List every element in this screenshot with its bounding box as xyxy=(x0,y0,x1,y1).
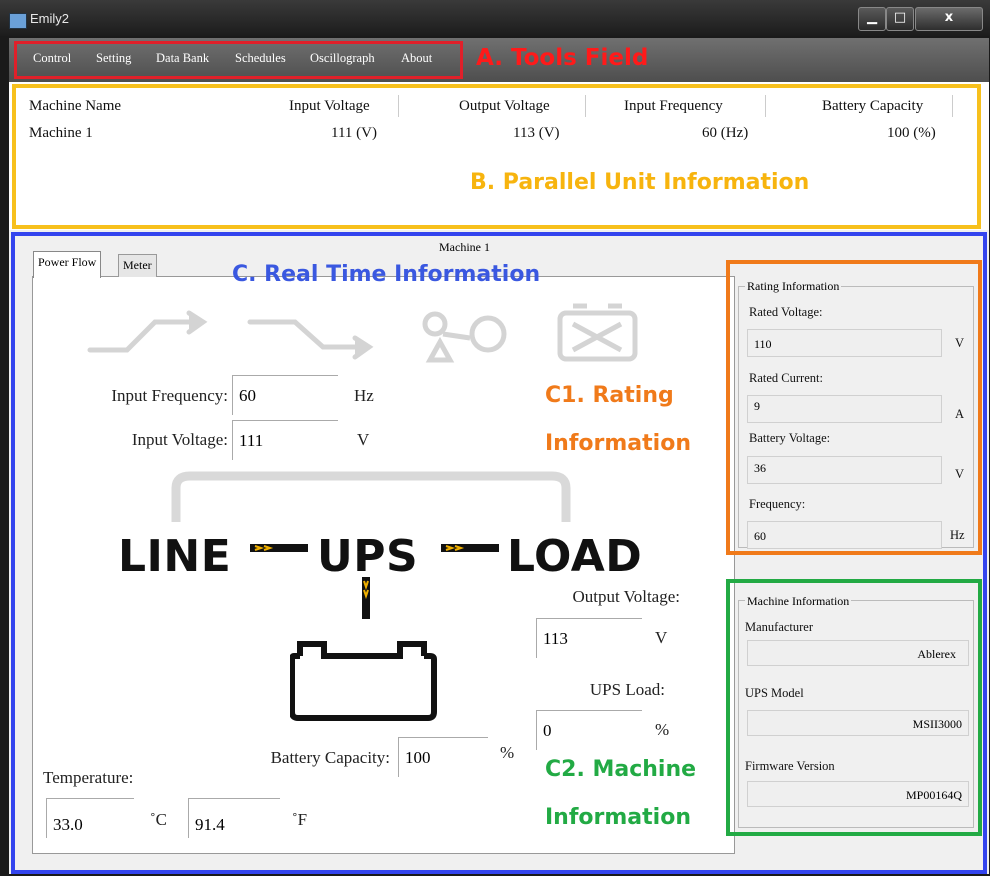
battery-capacity-field[interactable]: 100 xyxy=(398,737,488,777)
firmware-field[interactable]: MP00164Q xyxy=(747,781,969,807)
bypass-icon xyxy=(247,319,374,360)
battery-fault-icon xyxy=(557,303,638,362)
line-word: LINE xyxy=(118,531,232,582)
close-button[interactable]: x xyxy=(915,7,983,31)
battery-icon xyxy=(290,641,437,721)
manufacturer-label: Manufacturer xyxy=(745,620,814,634)
battery-voltage-field[interactable]: 36 xyxy=(747,456,942,484)
ups-model-field[interactable]: MSII3000 xyxy=(747,710,969,736)
overload-icon xyxy=(422,311,507,363)
window-title: Emily2 xyxy=(30,11,70,26)
table-cell-output-voltage[interactable]: 113 (V) xyxy=(513,125,560,142)
column-separator[interactable] xyxy=(765,95,766,117)
rated-voltage-field[interactable]: 110 xyxy=(747,329,942,357)
rating-annotation-line2: Information xyxy=(545,431,691,456)
machine-annotation-line2: Information xyxy=(545,805,691,830)
input-frequency-unit: Hz xyxy=(354,386,374,405)
table-cell-battery-capacity[interactable]: 100 (%) xyxy=(887,125,936,142)
rated-current-label: Rated Current: xyxy=(749,371,823,385)
ups-load-unit: % xyxy=(655,720,670,739)
load-word: LOAD xyxy=(507,531,643,582)
rating-annotation-line1: C1. Rating xyxy=(545,383,674,408)
column-separator[interactable] xyxy=(952,95,953,117)
ups-load-field[interactable]: 0 xyxy=(536,710,642,750)
table-cell-input-frequency[interactable]: 60 (Hz) xyxy=(702,125,748,142)
ups-load-label: UPS Load: xyxy=(589,680,665,699)
temperature-fahrenheit-field[interactable]: 91.4 xyxy=(188,798,280,838)
battery-capacity-label: Battery Capacity: xyxy=(270,748,390,767)
parallel-unit-annotation: B. Parallel Unit Information xyxy=(470,170,810,195)
rated-current-unit: A xyxy=(955,407,965,421)
battery-voltage-label: Battery Voltage: xyxy=(749,431,831,445)
frequency-unit: Hz xyxy=(950,528,965,542)
input-frequency-field[interactable]: 60 xyxy=(232,375,338,415)
output-voltage-field[interactable]: 113 xyxy=(536,618,642,658)
minimize-button[interactable]: ▁ xyxy=(858,7,886,31)
window-title-bar[interactable] xyxy=(0,0,990,36)
manufacturer-field[interactable]: Ablerex xyxy=(747,640,969,666)
rating-group-title: Rating Information xyxy=(745,279,842,294)
table-cell-input-voltage[interactable]: 111 (V) xyxy=(331,125,377,142)
output-voltage-label: Output Voltage: xyxy=(572,587,680,606)
line-input-icon xyxy=(87,310,208,353)
fahrenheit-unit: ˚F xyxy=(292,810,308,829)
input-frequency-label: Input Frequency: xyxy=(111,386,228,405)
rated-voltage-label: Rated Voltage: xyxy=(749,305,823,319)
column-header-input-voltage[interactable]: Input Voltage xyxy=(289,98,370,115)
temperature-celsius-field[interactable]: 33.0 xyxy=(46,798,134,838)
tools-field-highlight xyxy=(14,41,463,79)
column-separator[interactable] xyxy=(585,95,586,117)
tab-power-flow[interactable]: Power Flow xyxy=(33,251,102,278)
ups-to-battery-arrow-icon xyxy=(362,577,370,619)
status-icons-row xyxy=(87,310,507,363)
battery-voltage-unit: V xyxy=(955,467,965,481)
tab-meter[interactable]: Meter xyxy=(118,254,157,277)
ups-model-label: UPS Model xyxy=(745,686,804,700)
battery-capacity-unit: % xyxy=(500,743,515,762)
rated-voltage-unit: V xyxy=(955,336,965,350)
column-header-battery-capacity[interactable]: Battery Capacity xyxy=(822,98,923,115)
frequency-field[interactable]: 60 xyxy=(747,521,942,549)
column-separator[interactable] xyxy=(398,95,399,117)
input-voltage-label: Input Voltage: xyxy=(131,430,228,449)
line-to-ups-arrow-icon xyxy=(250,544,308,552)
real-time-annotation: C. Real Time Information xyxy=(232,262,541,287)
tools-field-annotation: A. Tools Field xyxy=(476,45,649,71)
input-voltage-unit: V xyxy=(357,430,370,449)
machine-label: Machine 1 xyxy=(439,240,490,254)
machine-info-group-title: Machine Information xyxy=(745,594,852,609)
frequency-label: Frequency: xyxy=(749,497,806,511)
maximize-button[interactable]: □ xyxy=(886,7,914,31)
rated-current-field[interactable]: 9 xyxy=(747,395,942,423)
ups-to-load-arrow-icon xyxy=(441,544,499,552)
output-voltage-unit: V xyxy=(655,628,668,647)
temperature-label: Temperature: xyxy=(43,768,134,787)
bypass-line xyxy=(171,471,571,522)
firmware-label: Firmware Version xyxy=(745,759,835,773)
table-cell-machine-name[interactable]: Machine 1 xyxy=(29,125,93,142)
celsius-unit: ˚C xyxy=(150,810,167,829)
column-header-output-voltage[interactable]: Output Voltage xyxy=(459,98,550,115)
column-header-machine-name[interactable]: Machine Name xyxy=(29,98,121,115)
machine-annotation-line1: C2. Machine xyxy=(545,757,697,782)
column-header-input-frequency[interactable]: Input Frequency xyxy=(624,98,723,115)
input-voltage-field[interactable]: 111 xyxy=(232,420,338,460)
app-icon xyxy=(9,13,27,29)
